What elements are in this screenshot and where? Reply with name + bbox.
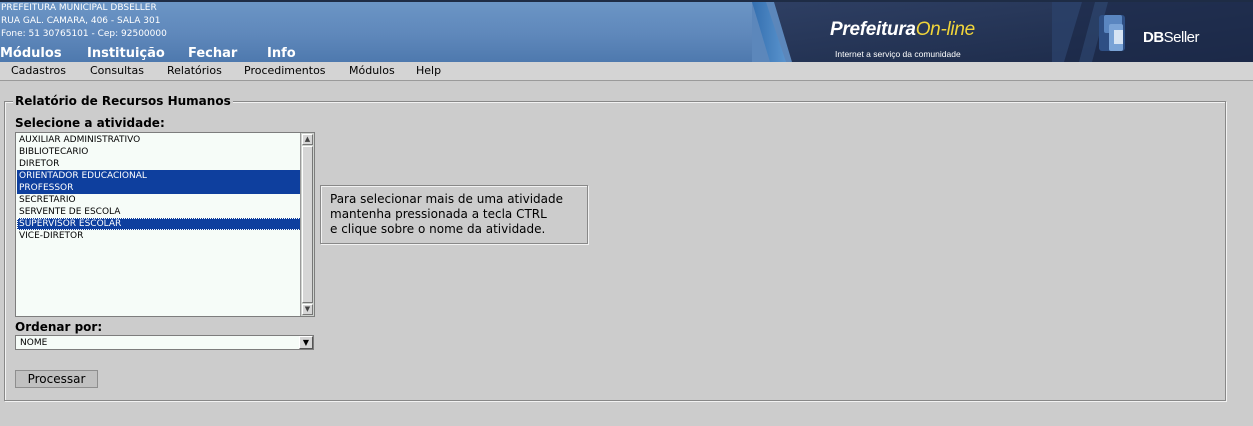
main-menu-modulos[interactable]: Módulos — [0, 46, 62, 62]
help-line-1: Para selecionar mais de uma atividade — [330, 192, 564, 206]
ordenar-select[interactable]: NOME ▼ — [15, 335, 314, 350]
dbseller-rest-text: Seller — [1163, 29, 1200, 46]
submenu-modulos[interactable]: Módulos — [349, 64, 395, 78]
submenu-relatorios[interactable]: Relatórios — [167, 64, 222, 78]
fieldset-legend: Relatório de Recursos Humanos — [13, 94, 233, 109]
main-menu-info[interactable]: Info — [267, 46, 296, 62]
logo-prefeitura-text: Prefeitura — [830, 19, 916, 40]
scroll-down-icon[interactable]: ▼ — [302, 304, 313, 315]
submenu-help[interactable]: Help — [416, 64, 441, 78]
help-line-2: mantenha pressionada a tecla CTRL — [330, 207, 547, 221]
atividade-option[interactable]: SECRETARIO — [17, 194, 301, 206]
atividade-option-selected[interactable]: ORIENTADOR EDUCACIONAL — [17, 170, 301, 182]
help-infobox: Para selecionar mais de uma atividade ma… — [320, 185, 588, 244]
submenu-procedimentos[interactable]: Procedimentos — [244, 64, 326, 78]
brand-banner: PrefeituraOn-line Internet a serviço da … — [752, 2, 1253, 62]
submenu-bar: Cadastros Consultas Relatórios Procedime… — [0, 62, 1253, 81]
logo-online-text: On-line — [915, 19, 975, 40]
dbseller-logo-text: DBSeller — [1143, 29, 1200, 46]
org-name: PREFEITURA MUNICIPAL DBSELLER — [1, 3, 157, 13]
prefeitura-online-logo: PrefeituraOn-line — [830, 19, 975, 41]
ordenar-label: Ordenar por: — [15, 320, 103, 334]
submenu-cadastros[interactable]: Cadastros — [11, 64, 66, 78]
org-address: RUA GAL. CAMARA, 406 - SALA 301 — [1, 16, 161, 26]
atividade-option[interactable]: SERVENTE DE ESCOLA — [17, 206, 301, 218]
header: PREFEITURA MUNICIPAL DBSELLER RUA GAL. C… — [0, 0, 1253, 62]
atividade-listbox[interactable]: AUXILIAR ADMINISTRATIVO BIBLIOTECARIO DI… — [15, 132, 315, 317]
atividade-label: Selecione a atividade: — [15, 116, 165, 130]
logo-tagline: Internet a serviço da comunidade — [835, 49, 961, 59]
processar-button[interactable]: Processar — [15, 370, 98, 388]
atividade-option[interactable]: BIBLIOTECARIO — [17, 146, 301, 158]
dbseller-bold-text: DB — [1143, 29, 1164, 46]
atividade-option[interactable]: DIRETOR — [17, 158, 301, 170]
main-menu-fechar[interactable]: Fechar — [188, 46, 237, 62]
main-menu-instituicao[interactable]: Instituição — [87, 46, 165, 62]
scroll-thumb[interactable] — [302, 146, 313, 303]
help-line-3: e clique sobre o nome da atividade. — [330, 222, 546, 236]
atividade-option[interactable]: AUXILIAR ADMINISTRATIVO — [17, 134, 301, 146]
submenu-consultas[interactable]: Consultas — [90, 64, 144, 78]
scroll-up-icon[interactable]: ▲ — [302, 134, 313, 145]
atividade-option[interactable]: VICE-DIRETOR — [17, 230, 301, 242]
atividade-option-selected[interactable]: PROFESSOR — [17, 182, 301, 194]
chevron-down-icon[interactable]: ▼ — [299, 336, 313, 349]
listbox-scrollbar[interactable]: ▲ ▼ — [300, 133, 314, 316]
atividade-option-selected[interactable]: SUPERVISOR ESCOLAR — [17, 218, 301, 230]
ordenar-value: NOME — [20, 338, 48, 348]
org-contact: Fone: 51 30765101 - Cep: 92500000 — [1, 29, 167, 39]
dbseller-logo-icon — [1099, 15, 1125, 51]
